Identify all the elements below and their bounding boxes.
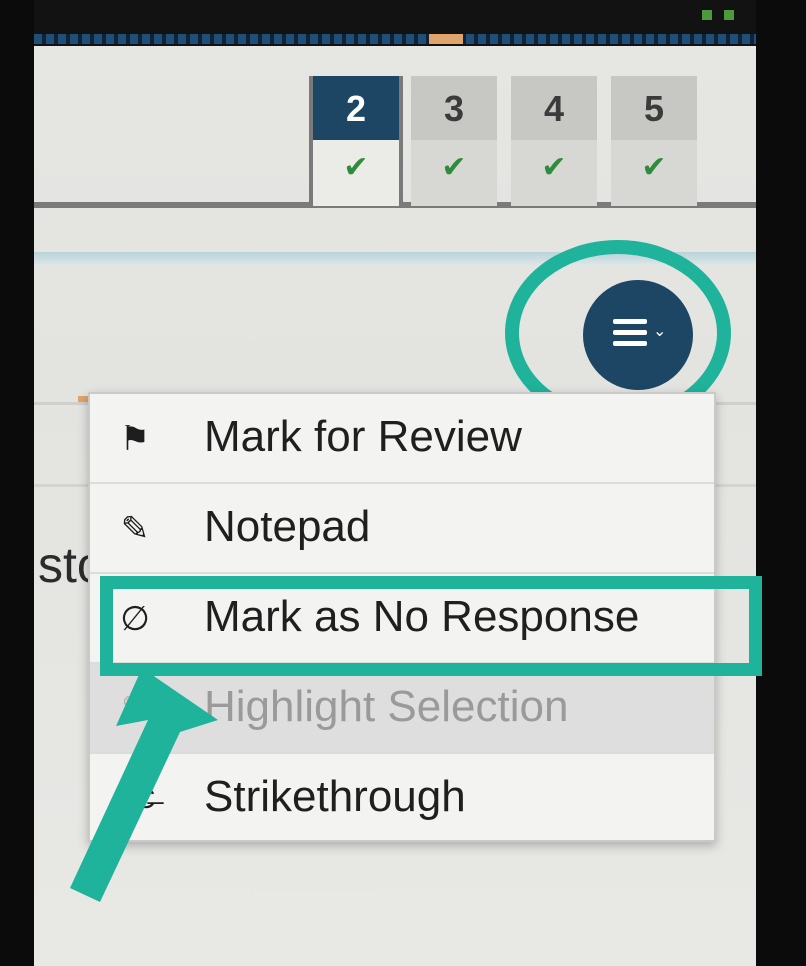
tab-question-3[interactable]: 3 ✔ (411, 76, 497, 206)
menu-item-label: Mark for Review (204, 412, 522, 461)
top-bar (34, 0, 756, 46)
check-icon: ✔ (641, 151, 667, 184)
menu-item-notepad[interactable]: ✎ Notepad (90, 484, 714, 574)
check-icon: ✔ (343, 151, 369, 184)
status-indicator (702, 10, 712, 20)
progress-stripe (34, 34, 756, 44)
tab-number: 3 (411, 76, 497, 140)
annotation-arrow-icon (70, 668, 218, 902)
notepad-icon: ✎ (120, 510, 150, 548)
tab-number: 4 (511, 76, 597, 140)
tab-number: 2 (313, 76, 399, 140)
status-indicator (724, 10, 734, 20)
tab-number: 5 (611, 76, 697, 140)
tab-question-2[interactable]: 2 ✔ (309, 76, 403, 206)
menu-item-mark-for-review[interactable]: ⚑ Mark for Review (90, 394, 714, 484)
flag-icon: ⚑ (119, 420, 151, 458)
tab-question-4[interactable]: 4 ✔ (511, 76, 597, 206)
progress-stripe-marker (429, 34, 463, 44)
tab-question-5[interactable]: 5 ✔ (611, 76, 697, 206)
menu-item-label: Notepad (204, 502, 371, 551)
check-icon: ✔ (441, 151, 467, 184)
menu-item-label: Highlight Selection (204, 682, 569, 731)
check-icon: ✔ (541, 151, 567, 184)
